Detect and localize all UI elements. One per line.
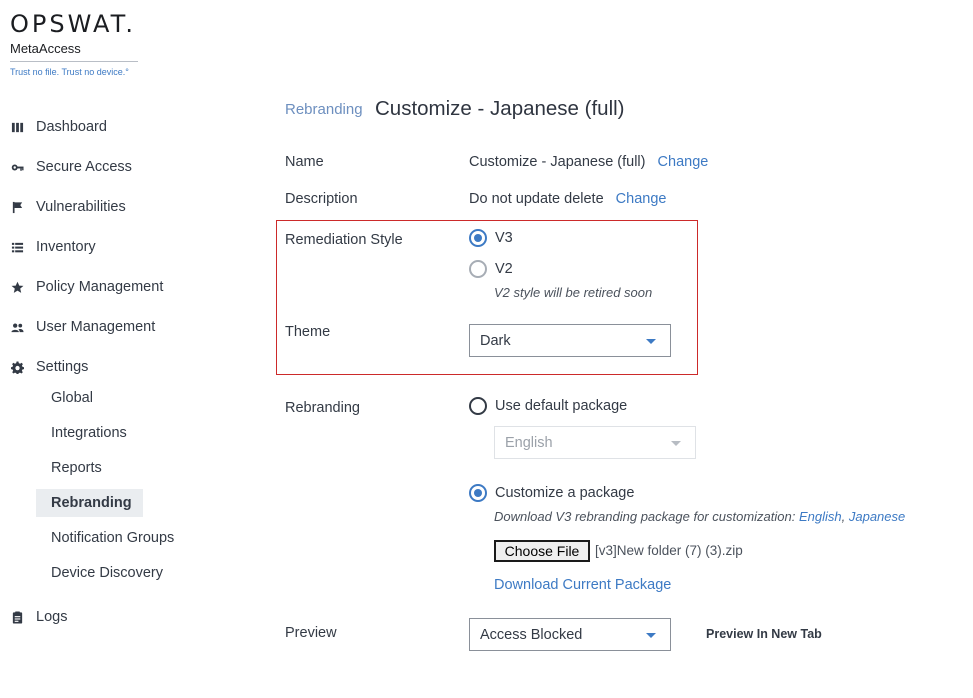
users-icon: [10, 320, 24, 334]
customize-package-radio[interactable]: Customize a package: [469, 484, 634, 502]
radio-unselected-icon: [469, 397, 487, 415]
choose-file-button[interactable]: Choose File: [494, 540, 590, 562]
name-change-link[interactable]: Change: [658, 154, 709, 170]
chosen-file-name: [v3]New folder (7) (3).zip: [595, 543, 743, 558]
name-value: Customize - Japanese (full): [469, 154, 646, 170]
clipboard-icon: [10, 610, 24, 624]
default-language-select: English: [494, 426, 696, 459]
customize-package-label: Customize a package: [495, 485, 635, 501]
sidebar-subitem-integrations[interactable]: Integrations: [36, 419, 142, 447]
remediation-style-label: Remediation Style: [285, 232, 403, 248]
sidebar-item-label: Secure Access: [36, 159, 132, 175]
sidebar-item-vulnerabilities[interactable]: Vulnerabilities: [10, 197, 126, 217]
sidebar-subitem-global[interactable]: Global: [36, 384, 108, 412]
name-label: Name: [285, 154, 324, 170]
theme-label: Theme: [285, 324, 331, 340]
sidebar-item-label: Logs: [36, 609, 68, 625]
remediation-v2-label: V2: [495, 261, 513, 277]
name-row: Customize - Japanese (full) Change: [469, 154, 708, 170]
sidebar-item-user-management[interactable]: User Management: [10, 317, 155, 337]
chevron-down-icon: [646, 339, 656, 344]
download-note-text: Download V3 rebranding package for custo…: [494, 509, 796, 524]
preview-new-tab-button[interactable]: Preview In New Tab: [706, 627, 822, 641]
radio-selected-icon: [469, 229, 487, 247]
tagline: Trust no file. Trust no device.°: [10, 67, 129, 77]
use-default-package-label: Use default package: [495, 398, 628, 414]
logo-wordmark: OPSWAT.: [10, 10, 137, 38]
sidebar-item-label: Inventory: [36, 239, 96, 255]
download-current-package-link[interactable]: Download Current Package: [494, 577, 671, 593]
remediation-v3-radio[interactable]: V3: [469, 229, 513, 247]
radio-unselected-icon: [469, 260, 487, 278]
remediation-note: V2 style will be retired soon: [494, 285, 653, 300]
use-default-package-radio[interactable]: Use default package: [469, 397, 627, 415]
product-name: MetaAccess: [10, 41, 81, 56]
sidebar-item-label: Vulnerabilities: [36, 199, 126, 215]
gear-icon: [10, 360, 24, 374]
opswat-logo: OPSWAT. MetaAccess Trust no file. Trust …: [10, 10, 138, 78]
list-icon: [10, 240, 24, 254]
preview-label: Preview: [285, 625, 337, 641]
chevron-down-icon: [646, 633, 656, 638]
download-note: Download V3 rebranding package for custo…: [494, 509, 905, 524]
flag-icon: [10, 200, 24, 214]
description-value: Do not update delete: [469, 191, 604, 207]
breadcrumb-rebranding[interactable]: Rebranding: [285, 101, 363, 118]
sidebar-subitem-device-discovery[interactable]: Device Discovery: [36, 559, 178, 587]
remediation-v2-radio[interactable]: V2: [469, 260, 513, 278]
sidebar-item-label: Policy Management: [36, 279, 164, 295]
sidebar-item-label: Settings: [36, 359, 89, 375]
chevron-down-icon: [671, 441, 681, 446]
sidebar-item-dashboard[interactable]: Dashboard: [10, 117, 107, 137]
preview-select-value: Access Blocked: [480, 626, 583, 643]
preview-select[interactable]: Access Blocked: [469, 618, 671, 651]
sidebar-item-logs[interactable]: Logs: [10, 607, 67, 627]
page-title: Customize - Japanese (full): [375, 97, 625, 120]
theme-select[interactable]: Dark: [469, 324, 671, 357]
remediation-v3-label: V3: [495, 230, 513, 246]
download-link-separator: ,: [841, 509, 846, 524]
sidebar-item-label: User Management: [36, 319, 156, 335]
description-label: Description: [285, 191, 358, 207]
description-change-link[interactable]: Change: [616, 191, 667, 207]
download-japanese-link[interactable]: Japanese: [849, 509, 905, 524]
sidebar-subitem-rebranding[interactable]: Rebranding: [36, 489, 143, 517]
logo-divider: [10, 61, 138, 62]
download-english-link[interactable]: English: [799, 509, 842, 524]
key-icon: [10, 160, 24, 174]
description-row: Do not update delete Change: [469, 191, 666, 207]
sidebar-item-inventory[interactable]: Inventory: [10, 237, 96, 257]
theme-select-value: Dark: [480, 332, 511, 349]
default-language-value: English: [505, 434, 553, 451]
sidebar-item-policy-management[interactable]: Policy Management: [10, 277, 163, 297]
sidebar-subitem-notification-groups[interactable]: Notification Groups: [36, 524, 189, 552]
radio-selected-icon: [469, 484, 487, 502]
sidebar-item-label: Dashboard: [36, 119, 107, 135]
sidebar-subitem-reports[interactable]: Reports: [36, 454, 117, 482]
columns-icon: [10, 120, 24, 134]
sidebar-item-settings[interactable]: Settings: [10, 357, 88, 377]
rebranding-label: Rebranding: [285, 400, 360, 416]
star-icon: [10, 280, 24, 294]
sidebar-item-secure-access[interactable]: Secure Access: [10, 157, 132, 177]
